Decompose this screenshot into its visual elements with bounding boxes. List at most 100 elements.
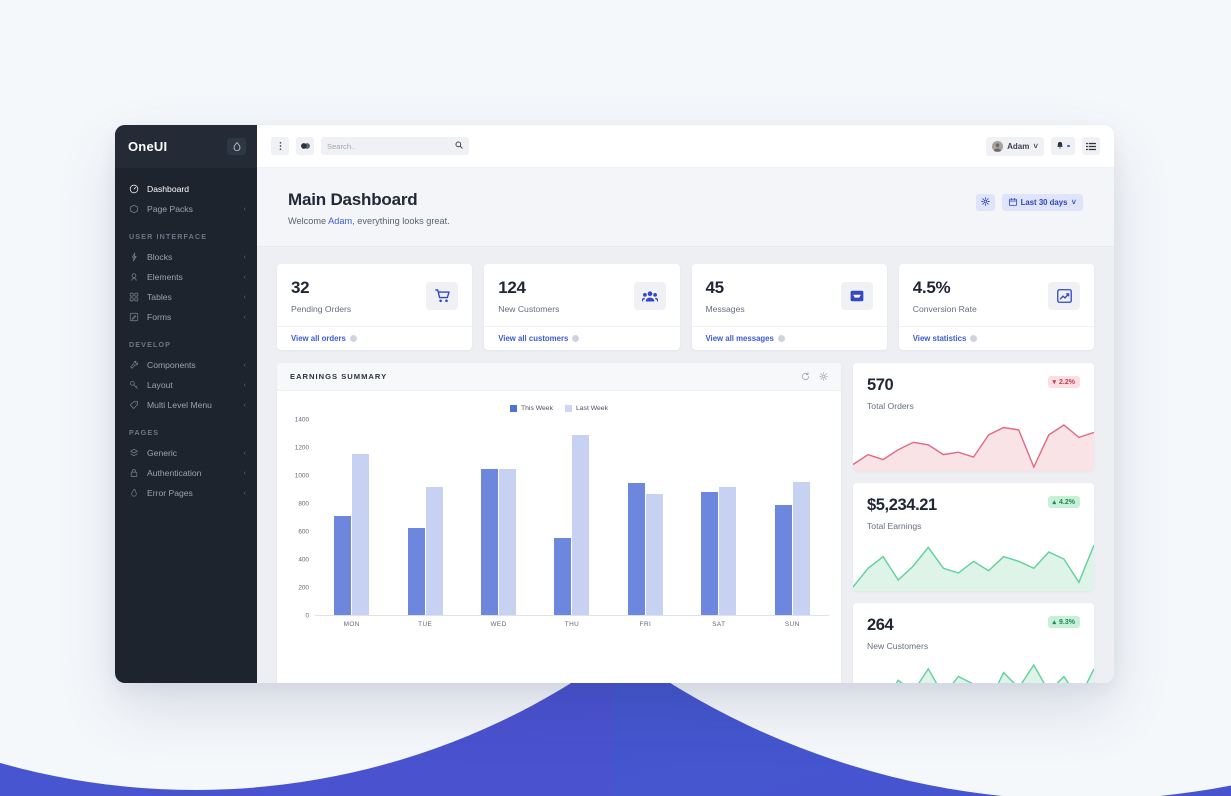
stat-value: 124 bbox=[498, 278, 526, 297]
chart-x-tick: SAT bbox=[712, 620, 726, 628]
mini-card-total-orders[interactable]: 570 Total Orders ▾ 2.2% bbox=[853, 363, 1094, 471]
earnings-header: EARNINGS SUMMARY bbox=[277, 363, 841, 391]
sidebar-nav: Dashboard Page Packs ‹ USER INTERFACE Bl… bbox=[115, 168, 257, 503]
sidebar-item-error-pages[interactable]: Error Pages ‹ bbox=[115, 483, 257, 503]
calendar-icon bbox=[1008, 197, 1017, 208]
mini-card-value: $5,234.21 bbox=[867, 496, 937, 514]
search-icon[interactable] bbox=[455, 141, 463, 151]
welcome-user-link[interactable]: Adam bbox=[328, 216, 352, 226]
chart-bar[interactable] bbox=[425, 486, 443, 615]
sidebar-item-authentication[interactable]: Authentication ‹ bbox=[115, 463, 257, 483]
mini-card-total-earnings[interactable]: $5,234.21 Total Earnings ▴ 4.2% bbox=[853, 483, 1094, 591]
sidebar-item-tables[interactable]: Tables ‹ bbox=[115, 287, 257, 307]
sidebar-item-blocks[interactable]: Blocks ‹ bbox=[115, 247, 257, 267]
chart-bar[interactable] bbox=[499, 469, 517, 615]
legend-item-last-week: Last Week bbox=[564, 405, 608, 412]
earnings-title: EARNINGS SUMMARY bbox=[290, 372, 388, 381]
chart-bar[interactable] bbox=[481, 468, 499, 615]
sidebar-item-label: Blocks bbox=[147, 252, 173, 262]
refresh-icon[interactable] bbox=[801, 368, 810, 386]
notifications-button[interactable] bbox=[1051, 137, 1075, 155]
stat-card-body: 4.5% Conversion Rate bbox=[899, 264, 1094, 326]
key-icon bbox=[129, 380, 139, 390]
dots-vertical-icon[interactable] bbox=[271, 137, 289, 155]
sidebar-item-page-packs[interactable]: Page Packs ‹ bbox=[115, 199, 257, 219]
chart-bar[interactable] bbox=[352, 454, 370, 615]
sparkline-chart bbox=[853, 417, 1094, 471]
arrow-circle-icon bbox=[970, 335, 978, 342]
sidebar-item-elements[interactable]: Elements ‹ bbox=[115, 267, 257, 287]
badge-value: 4.2% bbox=[1059, 498, 1075, 506]
sidebar-item-components[interactable]: Components ‹ bbox=[115, 355, 257, 375]
sidebar-item-multi-level-menu[interactable]: Multi Level Menu ‹ bbox=[115, 395, 257, 415]
sparkline-svg bbox=[895, 663, 1094, 683]
chart-bar-group bbox=[462, 420, 535, 615]
chart-bar[interactable] bbox=[701, 491, 719, 615]
stat-card-messages[interactable]: 45 Messages View all messages bbox=[691, 264, 887, 350]
date-range-button[interactable]: Last 30 days ˅ bbox=[1001, 194, 1083, 211]
sidebar-item-forms[interactable]: Forms ‹ bbox=[115, 307, 257, 327]
chart-x-tick: WED bbox=[490, 620, 507, 628]
chart-bar[interactable] bbox=[627, 482, 645, 615]
stat-card-link[interactable]: View statistics bbox=[898, 326, 1094, 350]
droplet-icon[interactable] bbox=[227, 138, 246, 155]
chart-bar[interactable] bbox=[334, 516, 352, 615]
stat-card-link[interactable]: View all customers bbox=[484, 326, 680, 350]
stat-card-conversion-rate[interactable]: 4.5% Conversion Rate View statistics bbox=[898, 264, 1094, 350]
sidebar-item-dashboard[interactable]: Dashboard bbox=[115, 179, 257, 199]
users-icon bbox=[633, 282, 666, 310]
chart-bar[interactable] bbox=[774, 504, 792, 615]
atom-icon bbox=[129, 272, 139, 282]
layers-icon bbox=[129, 448, 139, 458]
sparkline-svg bbox=[853, 424, 1094, 471]
stat-label: New Customers bbox=[498, 304, 560, 314]
search-input[interactable]: Search.. bbox=[321, 137, 469, 155]
stat-card-new-customers[interactable]: 124 New Customers View all customers bbox=[484, 264, 680, 350]
sidebar: OneUI Dashboard Page Packs ‹ USER INTERF… bbox=[115, 125, 257, 683]
stat-card-link[interactable]: View all messages bbox=[691, 326, 887, 350]
sidebar-section-pages: PAGES bbox=[129, 428, 160, 437]
sidebar-item-generic[interactable]: Generic ‹ bbox=[115, 443, 257, 463]
grid-icon bbox=[129, 292, 139, 302]
stat-card-pending-orders[interactable]: 32 Pending Orders View all orders bbox=[277, 264, 473, 350]
chevron-left-icon: ‹ bbox=[243, 449, 246, 457]
chart-y-tick: 400 bbox=[298, 556, 309, 564]
settings-button[interactable] bbox=[975, 194, 995, 211]
chevron-left-icon: ‹ bbox=[243, 401, 246, 409]
gear-icon bbox=[980, 197, 990, 208]
gear-icon[interactable] bbox=[819, 368, 828, 386]
page-title: Main Dashboard bbox=[288, 190, 418, 209]
shapes-icon[interactable] bbox=[296, 137, 314, 155]
stat-link-label: View statistics bbox=[912, 334, 967, 343]
sidebar-item-layout[interactable]: Layout ‹ bbox=[115, 375, 257, 395]
chart-bar[interactable] bbox=[792, 481, 810, 615]
user-menu-button[interactable]: Adam ˅ bbox=[986, 136, 1044, 156]
sparkline-area bbox=[853, 545, 1094, 591]
stat-label: Conversion Rate bbox=[912, 304, 977, 314]
list-icon[interactable] bbox=[1082, 137, 1100, 155]
arrow-circle-icon bbox=[777, 335, 785, 342]
tag-icon bbox=[129, 400, 139, 410]
mini-card-header: 264 New Customers ▴ 9.3% bbox=[853, 603, 1094, 651]
sparkline-svg bbox=[853, 544, 1094, 591]
stat-card-link[interactable]: View all orders bbox=[277, 326, 473, 350]
earnings-chart: This Week Last Week 0 200 400 600 800 1000 120… bbox=[277, 391, 841, 632]
sparkline-area bbox=[896, 665, 1094, 683]
arrow-circle-icon bbox=[572, 335, 580, 342]
bell-icon bbox=[1056, 137, 1064, 155]
chevron-left-icon: ‹ bbox=[243, 469, 246, 477]
stat-label: Messages bbox=[705, 304, 745, 314]
sidebar-item-label: Forms bbox=[147, 312, 172, 322]
chart-bar[interactable] bbox=[645, 493, 663, 615]
chart-bar-group bbox=[609, 420, 682, 615]
chart-bar[interactable] bbox=[572, 434, 590, 615]
chart-bar[interactable] bbox=[719, 486, 737, 615]
sidebar-section-develop: DEVELOP bbox=[129, 340, 172, 349]
chart-bar[interactable] bbox=[407, 527, 425, 615]
sidebar-item-label: Multi Level Menu bbox=[147, 400, 212, 410]
stat-value: 45 bbox=[705, 278, 725, 297]
mini-card-new-customers[interactable]: 264 New Customers ▴ 9.3% bbox=[853, 603, 1094, 683]
chart-bar[interactable] bbox=[554, 537, 572, 615]
status-badge: ▴ 4.2% bbox=[1047, 496, 1080, 508]
earnings-summary-card: EARNINGS SUMMARY This Week Last Week 0 2… bbox=[277, 363, 841, 683]
